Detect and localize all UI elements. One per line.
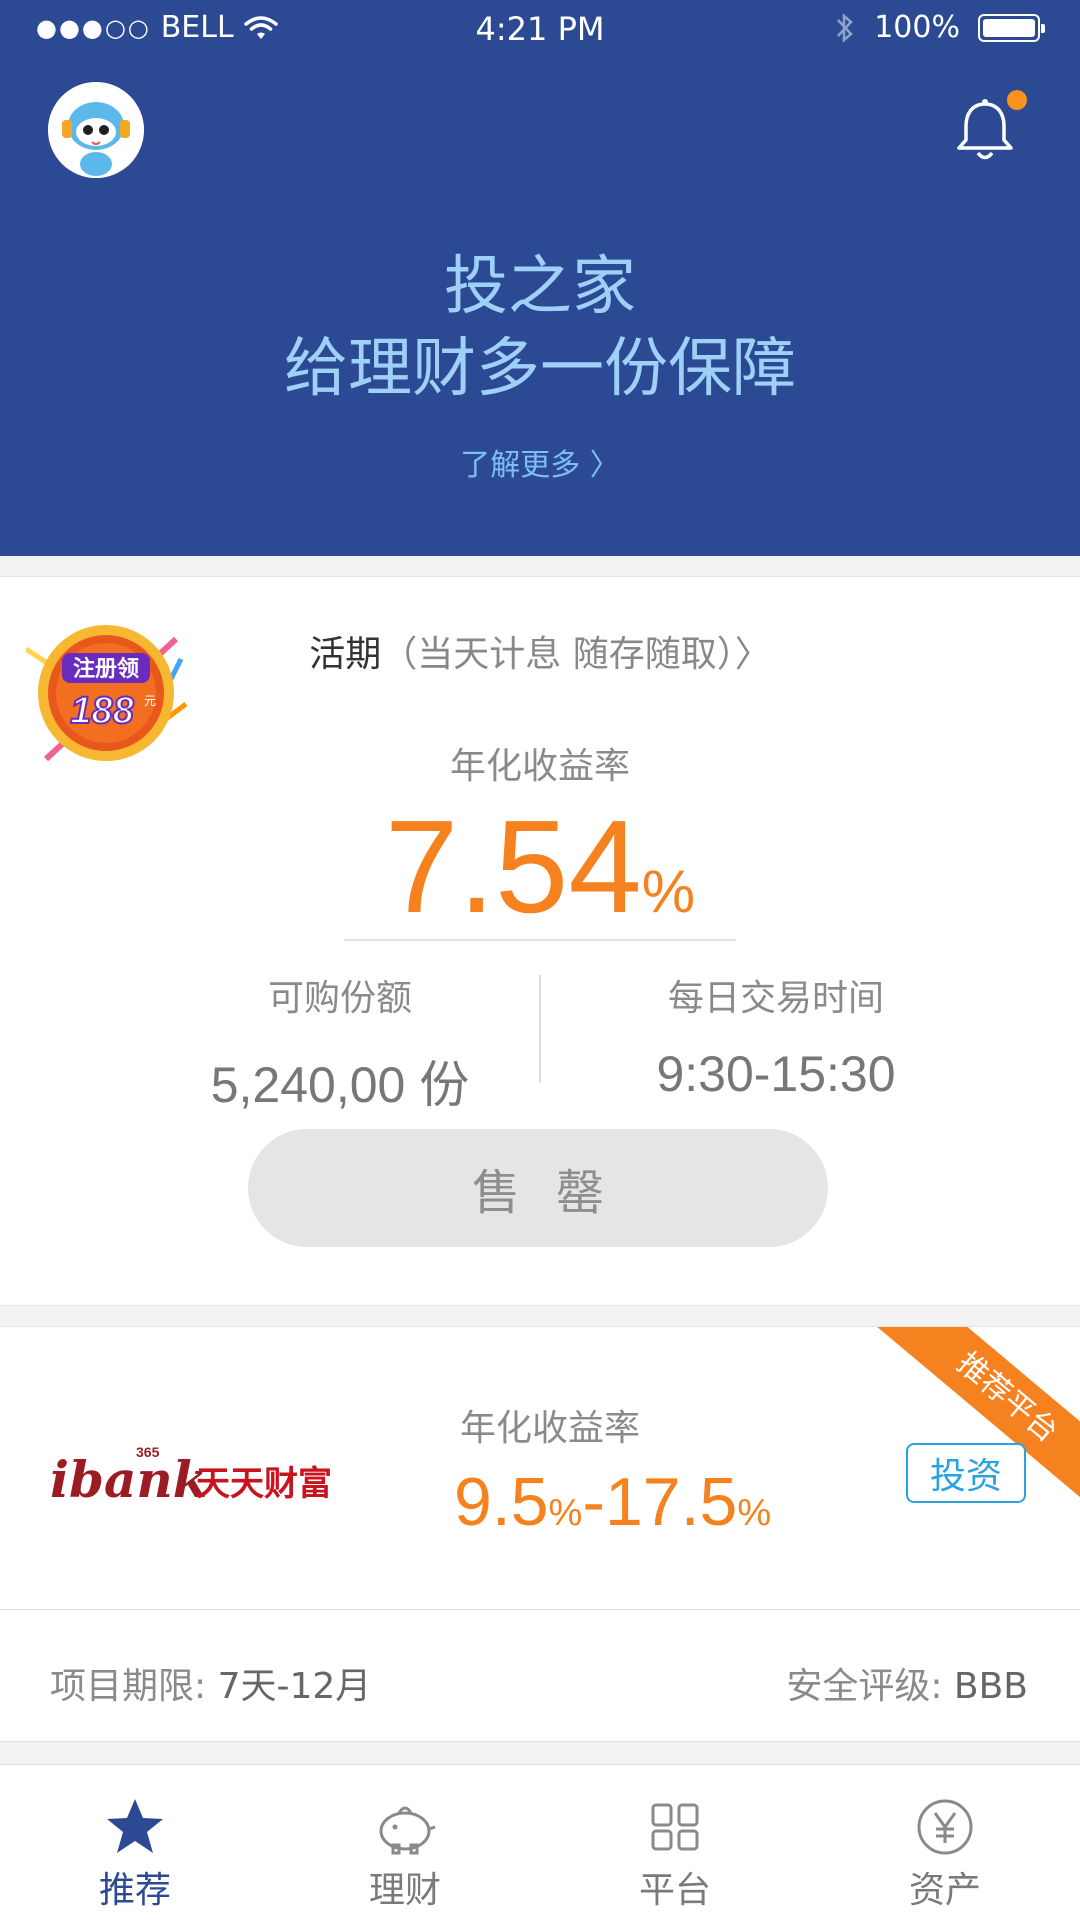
platform-rate-range: 9.5%-17.5% bbox=[454, 1463, 771, 1541]
sold-out-button[interactable]: 售罄 bbox=[248, 1129, 828, 1247]
logo-number: 365 bbox=[136, 1444, 160, 1460]
product-subtitle: （当天计息 随存随取）〉 bbox=[381, 634, 771, 675]
trade-time-stat: 每日交易时间 9:30-15:30 bbox=[556, 969, 996, 1103]
rate-high: 17.5 bbox=[604, 1464, 738, 1540]
status-right: 100% bbox=[834, 10, 1045, 45]
trade-time-label: 每日交易时间 bbox=[667, 978, 884, 1019]
rate-number: 7.54 bbox=[384, 793, 642, 940]
hero-title: 投之家 bbox=[444, 250, 636, 324]
rate-low-unit: % bbox=[548, 1492, 583, 1534]
annual-rate-value: 7.54% bbox=[0, 797, 1080, 962]
bottom-tab-bar: 推荐 理财 平台 资产 bbox=[0, 1764, 1080, 1920]
mascot-avatar-icon bbox=[48, 82, 144, 178]
tab-label-finance: 理财 bbox=[368, 1870, 441, 1911]
demand-product-card[interactable]: 注册领 188 元 活期（当天计息 随存随取）〉 年化收益率 7.54% 可购份… bbox=[0, 576, 1080, 1306]
rate-high-unit: % bbox=[737, 1492, 772, 1534]
rate-unit: % bbox=[641, 858, 696, 925]
yuan-icon bbox=[917, 1799, 973, 1855]
card-divider bbox=[0, 1609, 1080, 1610]
tab-platform[interactable]: 平台 bbox=[540, 1765, 810, 1920]
hero-slogan: 给理财多一份保障 bbox=[284, 332, 796, 406]
stat-divider bbox=[539, 975, 541, 1083]
product-title: 活期 bbox=[309, 634, 382, 675]
logo-prefix: ibank bbox=[50, 1450, 207, 1509]
invest-button[interactable]: 投资 bbox=[906, 1443, 1026, 1503]
rating-value: BBB bbox=[953, 1666, 1028, 1707]
ibank-logo: ibank 365 天天财富 bbox=[50, 1444, 332, 1509]
tab-label-assets: 资产 bbox=[908, 1870, 981, 1911]
safety-rating: 安全评级: BBB bbox=[786, 1657, 1028, 1709]
rate-divider bbox=[344, 939, 736, 941]
bluetooth-icon bbox=[837, 12, 854, 43]
term-label: 项目期限: bbox=[50, 1666, 218, 1707]
rating-label: 安全评级: bbox=[786, 1666, 954, 1707]
grid-icon bbox=[651, 1803, 699, 1851]
term-value: 7天-12月 bbox=[217, 1666, 372, 1707]
platform-rate-label: 年化收益率 bbox=[460, 1408, 641, 1449]
rate-dash: - bbox=[582, 1464, 605, 1540]
tab-assets[interactable]: 资产 bbox=[810, 1765, 1080, 1920]
notification-dot bbox=[1007, 90, 1027, 110]
tab-label-platform: 平台 bbox=[638, 1870, 711, 1911]
product-title-row[interactable]: 活期（当天计息 随存随取）〉 bbox=[0, 625, 1080, 677]
platform-product-card[interactable]: ibank 365 天天财富 推荐平台 年化收益率 9.5%-17.5% 投资 … bbox=[0, 1326, 1080, 1742]
star-icon bbox=[107, 1799, 163, 1853]
tab-recommend[interactable]: 推荐 bbox=[0, 1765, 270, 1920]
user-avatar[interactable] bbox=[48, 82, 144, 178]
learn-more-link[interactable]: 了解更多 〉 bbox=[0, 440, 1080, 484]
available-shares-stat: 可购份额 5,240,00 份 bbox=[120, 969, 560, 1117]
rate-low: 9.5 bbox=[454, 1464, 549, 1540]
battery-icon bbox=[978, 13, 1045, 42]
available-shares-value: 5,240,00 份 bbox=[210, 1057, 470, 1113]
logo-name: 天天财富 bbox=[196, 1464, 332, 1504]
badge-amount: 188 bbox=[70, 690, 134, 732]
badge-unit: 元 bbox=[144, 694, 156, 708]
trade-time-value: 9:30-15:30 bbox=[656, 1046, 896, 1102]
tab-finance[interactable]: 理财 bbox=[270, 1765, 540, 1920]
header-banner: ●●●○○ BELL 4:21 PM 100% 投之家 给理财多一份保障 了解更… bbox=[0, 0, 1080, 556]
tab-label-recommend: 推荐 bbox=[98, 1870, 171, 1911]
annual-rate-label: 年化收益率 bbox=[449, 746, 630, 787]
piggy-bank-icon bbox=[379, 1806, 436, 1855]
project-term: 项目期限: 7天-12月 bbox=[50, 1657, 371, 1709]
available-shares-label: 可购份额 bbox=[267, 978, 412, 1019]
status-bar: ●●●○○ BELL 4:21 PM 100% bbox=[0, 0, 1080, 56]
battery-percent: 100% bbox=[874, 10, 960, 45]
